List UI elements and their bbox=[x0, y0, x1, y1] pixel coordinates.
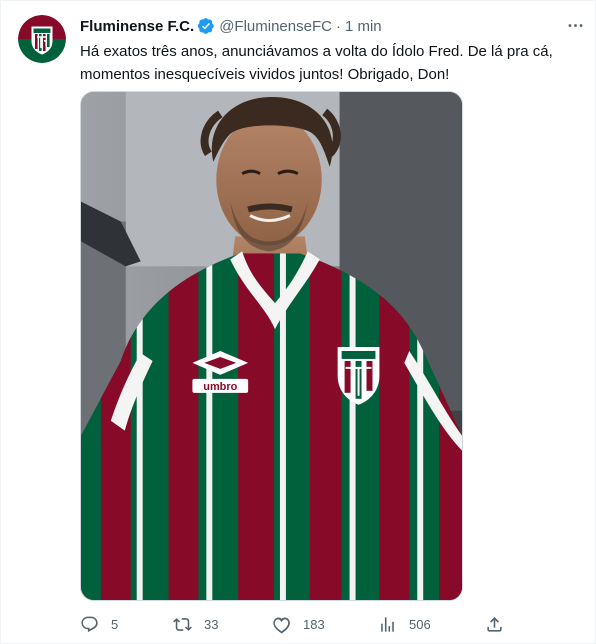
separator-dot: · bbox=[335, 17, 341, 35]
more-options-button[interactable] bbox=[564, 15, 586, 35]
heart-icon bbox=[273, 616, 290, 633]
like-button[interactable]: 183 bbox=[272, 612, 325, 636]
tweet-photo[interactable]: umbro bbox=[80, 91, 463, 601]
reply-icon bbox=[81, 616, 98, 632]
fluminense-crest-icon bbox=[18, 15, 66, 63]
tweet-text-line: Há exatos três anos, anunciávamos a volt… bbox=[80, 43, 553, 60]
more-icon bbox=[568, 23, 582, 27]
retweet-count: 33 bbox=[204, 616, 219, 632]
views-count: 506 bbox=[409, 616, 431, 632]
shirt-brand-text: umbro bbox=[203, 381, 237, 393]
reply-button[interactable]: 5 bbox=[80, 612, 118, 636]
avatar[interactable] bbox=[18, 15, 66, 63]
tweet-header: Fluminense F.C. @FluminenseFC · 1 min bbox=[80, 16, 382, 36]
tweet-text-line: momentos inesquecíveis vividos juntos! O… bbox=[80, 66, 450, 83]
tweet-text: Há exatos três anos, anunciávamos a volt… bbox=[80, 40, 580, 86]
handle[interactable]: @FluminenseFC bbox=[219, 18, 332, 35]
tweet-card[interactable]: Fluminense F.C. @FluminenseFC · 1 min Há… bbox=[0, 0, 596, 644]
like-count: 183 bbox=[303, 616, 325, 632]
timestamp[interactable]: 1 min bbox=[345, 18, 382, 35]
retweet-icon bbox=[173, 617, 192, 631]
share-button[interactable] bbox=[485, 612, 504, 636]
player-photo: umbro bbox=[81, 92, 462, 600]
tweet-actions: 5 33 183 506 bbox=[80, 612, 510, 636]
views-icon bbox=[381, 616, 394, 632]
share-icon bbox=[487, 616, 502, 632]
display-name[interactable]: Fluminense F.C. bbox=[80, 18, 194, 35]
retweet-button[interactable]: 33 bbox=[173, 612, 218, 636]
verified-badge-icon[interactable] bbox=[197, 17, 215, 35]
reply-count: 5 bbox=[111, 616, 119, 632]
views-button[interactable]: 506 bbox=[378, 612, 431, 636]
